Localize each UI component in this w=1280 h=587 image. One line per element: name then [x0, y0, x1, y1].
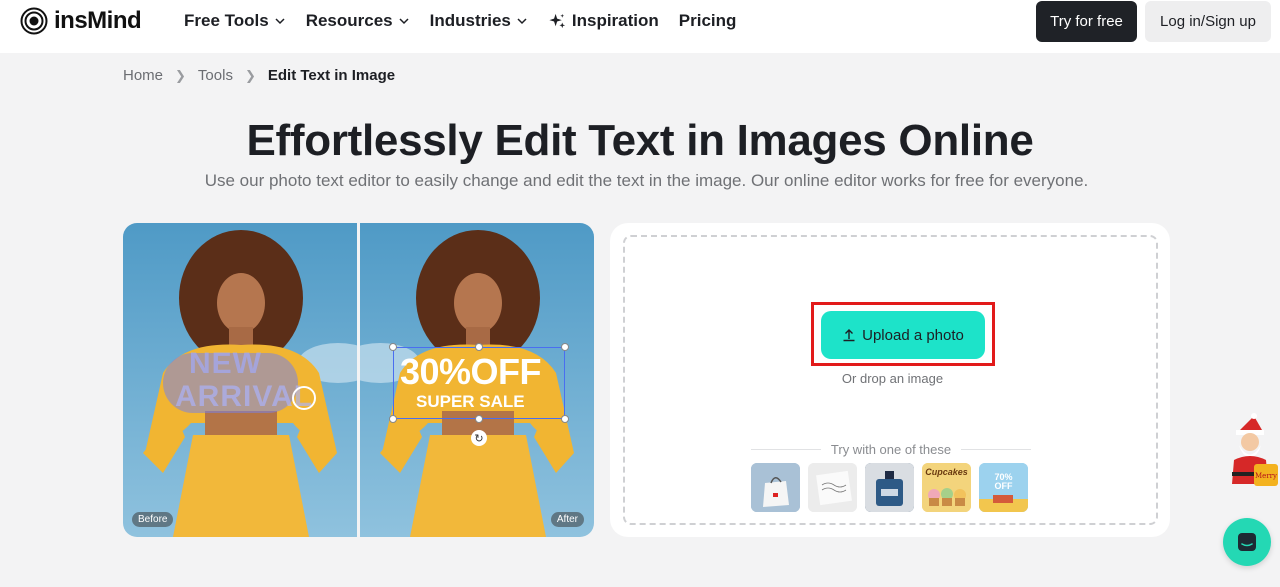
- breadcrumb-home[interactable]: Home: [123, 67, 163, 84]
- brand-logo[interactable]: insMind: [20, 7, 142, 35]
- try-for-free-button[interactable]: Try for free: [1036, 1, 1137, 42]
- nav-pricing[interactable]: Pricing: [679, 11, 737, 31]
- after-text-line2: SUPER SALE: [416, 392, 525, 411]
- santa-promo-icon[interactable]: Merry: [1224, 412, 1280, 496]
- breadcrumb-current: Edit Text in Image: [267, 67, 396, 84]
- resize-handle: [561, 343, 569, 351]
- sample-perfume[interactable]: [865, 463, 914, 512]
- upload-card: Upload a photo Or drop an image Try with…: [610, 223, 1170, 537]
- chevron-down-icon: [517, 18, 527, 25]
- nav-resources[interactable]: Resources: [306, 11, 410, 31]
- chevron-down-icon: [399, 18, 409, 25]
- brand-name: insMind: [54, 7, 142, 34]
- breadcrumb: Home ❯ Tools ❯ Edit Text in Image: [123, 67, 395, 84]
- login-signup-button[interactable]: Log in/Sign up: [1145, 1, 1271, 42]
- resize-handle: [389, 415, 397, 423]
- top-header: insMind Free Tools Resources Industries …: [0, 0, 1280, 53]
- try-samples-label: Try with one of these: [830, 442, 952, 457]
- try-samples-divider: Try with one of these: [751, 442, 1031, 457]
- nav-pricing-label: Pricing: [678, 11, 737, 30]
- sample-cupcakes[interactable]: Cupcakes: [922, 463, 971, 512]
- perfume-thumbnail: [865, 463, 914, 512]
- chevron-right-icon: ❯: [175, 67, 186, 83]
- resize-handle: [475, 343, 483, 351]
- chat-support-button[interactable]: [1223, 518, 1271, 566]
- divider: [961, 449, 1031, 450]
- breadcrumb-tools[interactable]: Tools: [198, 67, 233, 84]
- after-image: 30%OFF SUPER SALE ↻ After: [360, 223, 594, 537]
- chat-icon: [1238, 533, 1256, 551]
- sample-sale-poster[interactable]: 70% OFF: [979, 463, 1028, 512]
- resize-handle: [475, 415, 483, 423]
- sale-poster-label: 70% OFF: [994, 472, 1013, 491]
- brush-cursor-icon: [292, 386, 316, 410]
- page-subtitle: Use our photo text editor to easily chan…: [204, 171, 1089, 190]
- after-badge: After: [550, 512, 584, 527]
- cupcakes-label: Cupcakes: [925, 467, 968, 477]
- logo-icon: [20, 7, 48, 35]
- drop-zone[interactable]: Upload a photo Or drop an image Try with…: [623, 235, 1158, 525]
- rotate-icon: ↻: [471, 430, 487, 446]
- drop-hint: Or drop an image: [841, 371, 944, 386]
- nav-resources-label: Resources: [305, 11, 393, 30]
- resize-handle: [561, 415, 569, 423]
- resize-handle: [389, 343, 397, 351]
- sample-bag[interactable]: [751, 463, 800, 512]
- nav-industries-label: Industries: [429, 11, 511, 30]
- page-title: Effortlessly Edit Text in Images Online: [246, 116, 1034, 165]
- chevron-right-icon: ❯: [244, 67, 256, 83]
- sample-card[interactable]: [808, 463, 857, 512]
- sparkle-icon: [549, 13, 565, 28]
- before-text-line1: NEW: [189, 347, 262, 380]
- nav-free-tools-label: Free Tools: [184, 11, 269, 30]
- upload-icon: [843, 329, 855, 342]
- after-text-line1: 30%OFF: [400, 351, 542, 392]
- nav-industries[interactable]: Industries: [430, 11, 528, 31]
- nav-free-tools[interactable]: Free Tools: [184, 11, 286, 31]
- nav-inspiration[interactable]: Inspiration: [548, 11, 659, 31]
- card-thumbnail: [808, 463, 857, 512]
- upload-photo-label: Upload a photo: [862, 326, 964, 344]
- before-badge: Before: [132, 512, 174, 527]
- before-image: NEW ARRIVAL Before: [123, 223, 357, 537]
- bag-thumbnail: [751, 463, 800, 512]
- nav-inspiration-label: Inspiration: [571, 11, 659, 30]
- sample-images: Cupcakes 70% OFF: [751, 463, 1028, 512]
- chevron-down-icon: [275, 18, 285, 25]
- upload-photo-button[interactable]: Upload a photo: [821, 311, 985, 359]
- divider: [751, 449, 821, 450]
- main-nav: Free Tools Resources Industries Inspirat…: [184, 0, 756, 42]
- svg-text:Merry: Merry: [1255, 472, 1277, 480]
